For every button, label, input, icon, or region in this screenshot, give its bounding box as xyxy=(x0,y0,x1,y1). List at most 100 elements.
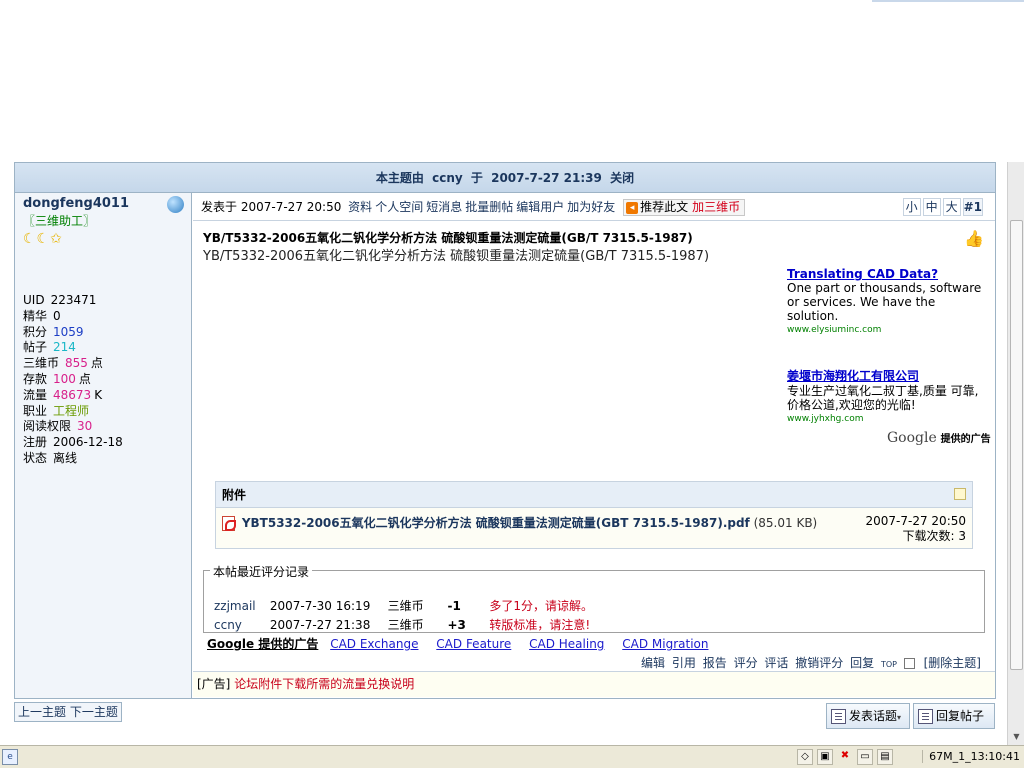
post-body: YB/T5332-2006五氧化二钒化学分析方法 硫酸钡重量法测定硫量(GB/T… xyxy=(203,249,710,264)
font-size-medium[interactable]: 中 xyxy=(922,198,941,216)
close-icon[interactable]: ✖ xyxy=(837,749,853,765)
stat-value: 100 xyxy=(53,371,76,386)
rank-stars-icon: ☾☾✩ xyxy=(23,231,63,247)
font-size-small[interactable]: 小 xyxy=(902,198,921,216)
ad-url[interactable]: www.jyhxhg.com xyxy=(787,414,987,424)
action-undo-rate[interactable]: 撤销评分 xyxy=(795,656,843,670)
post-title: YB/T5332-2006五氧化二钒化学分析方法 硫酸钡重量法测定硫量(GB/T… xyxy=(203,231,693,245)
closed-mid: 于 xyxy=(470,171,483,185)
recommend-label: 推荐此文 xyxy=(640,200,689,214)
stat-label: 职业 xyxy=(23,403,48,418)
post-header-links: 资料 个人空间 短消息 批量删帖 编辑用户 加为好友 xyxy=(345,200,615,214)
rating-value: -1 xyxy=(447,599,461,613)
recommend-button[interactable]: ◂ 推荐此文 加三维币 xyxy=(623,199,746,216)
stat-value: 223471 xyxy=(50,293,97,307)
stat-label: 积分 xyxy=(23,324,48,339)
author-stat-row: 积分 1059 xyxy=(23,325,183,341)
attachment-date: 2007-7-27 20:50 xyxy=(865,514,967,528)
popup-blocker-icon[interactable]: ▣ xyxy=(817,749,833,765)
add-coin-link[interactable]: 加三维币 xyxy=(692,200,740,214)
google-ad-link[interactable]: CAD Exchange xyxy=(330,637,418,651)
action-report[interactable]: 报告 xyxy=(703,656,727,670)
ad-text: 专业生产过氧化二叔丁基,质量 可靠,价格公道,欢迎您的光临! xyxy=(787,384,979,412)
author-name[interactable]: dongfeng4011 xyxy=(23,196,183,211)
action-reply[interactable]: 回复 xyxy=(850,656,874,670)
google-ads-tag[interactable]: Google 提供的广告 xyxy=(887,430,991,446)
author-stat-row: 职业 工程师 xyxy=(23,404,183,420)
post-header-link[interactable]: 资料 xyxy=(348,200,372,214)
rating-user[interactable]: zzjmail xyxy=(214,599,266,613)
ad-block: Translating CAD Data? One part or thousa… xyxy=(787,267,987,335)
post-actions: 编辑 引用 报告 评分 评话 撤销评分 回复 TOP [删除主题] xyxy=(638,654,981,671)
rating-note: 多了1分，请谅解。 xyxy=(489,599,593,613)
floor-number[interactable]: #1 xyxy=(962,198,983,216)
post-header-link[interactable]: 个人空间 xyxy=(375,200,423,214)
status-icons: ◇ ▣ ✖ ▭ ▤ xyxy=(797,749,893,765)
rating-user[interactable]: ccny xyxy=(214,618,266,632)
select-checkbox[interactable] xyxy=(903,658,915,669)
font-size-controls: 小 中 大 #1 xyxy=(902,198,983,216)
stat-value: 离线 xyxy=(53,450,78,465)
ad-title-link[interactable]: Translating CAD Data? xyxy=(787,267,987,281)
stat-unit: 点 xyxy=(90,356,103,371)
security-icon[interactable]: ◇ xyxy=(797,749,813,765)
scroll-down-arrow-icon[interactable]: ▼ xyxy=(1010,730,1023,743)
stat-label: 流量 xyxy=(23,387,48,402)
ad-text: One part or thousands, software or servi… xyxy=(787,281,982,323)
ad-title-link[interactable]: 姜堰市海翔化工有限公司 xyxy=(787,367,987,384)
note-icon[interactable] xyxy=(954,488,966,500)
new-topic-icon xyxy=(831,709,846,724)
reply-button[interactable]: 回复帖子 xyxy=(913,703,995,729)
attachment-downloads: 下载次数: 3 xyxy=(902,529,967,543)
action-edit[interactable]: 编辑 xyxy=(641,656,665,670)
closed-by-user[interactable]: ccny xyxy=(432,171,463,185)
stat-label: UID xyxy=(23,293,45,307)
ad-line-link[interactable]: 论坛附件下载所需的流量兑换说明 xyxy=(234,677,414,691)
scrollbar-thumb[interactable] xyxy=(1010,220,1023,670)
author-stat-row: 三维币 855 点 xyxy=(23,356,183,372)
zone-icon[interactable]: ▤ xyxy=(877,749,893,765)
new-topic-button[interactable]: 发表话题▾ xyxy=(826,703,910,729)
stat-value: 48673 xyxy=(53,387,92,402)
ad-url[interactable]: www.elysiuminc.com xyxy=(787,325,987,335)
vertical-scrollbar[interactable]: ▼ xyxy=(1007,162,1024,745)
attachment-file-link[interactable]: YBT5332-2006五氧化二钒化学分析方法 硫酸钡重量法测定硫量(GBT 7… xyxy=(242,516,750,530)
author-stats: UID 223471 精华 0 积分 1059 帖子 214 三维币 855 点存款 100 点流量 48… xyxy=(23,293,183,467)
google-ad-link[interactable]: CAD Migration xyxy=(622,637,708,651)
action-comment[interactable]: 评话 xyxy=(764,656,788,670)
rating-row: ccny 2007-7-27 21:38 三维币 +3 转版标准，请注意! xyxy=(214,616,590,633)
google-ad-link[interactable]: CAD Healing xyxy=(529,637,604,651)
attachment-box: 附件 YBT5332-2006五氧化二钒化学分析方法 硫酸钡重量法测定硫量(GB… xyxy=(215,481,973,549)
author-stat-row: UID 223471 xyxy=(23,293,183,309)
attachment-label: 附件 xyxy=(222,488,247,502)
reply-icon xyxy=(918,709,933,724)
thumbs-up-icon[interactable]: 👍 xyxy=(964,229,984,248)
post-header-link[interactable]: 加为好友 xyxy=(567,200,615,214)
stat-value: 工程师 xyxy=(53,403,90,418)
delete-topic-link[interactable]: [删除主题] xyxy=(924,656,981,670)
ie-page-icon: e xyxy=(2,749,18,765)
action-quote[interactable]: 引用 xyxy=(672,656,696,670)
next-topic-link[interactable]: 下一主题 xyxy=(70,705,118,719)
closed-suffix: 关闭 xyxy=(610,171,635,185)
online-globe-icon[interactable] xyxy=(167,196,184,213)
closed-prefix: 本主题由 xyxy=(375,171,424,185)
google-ads-heading[interactable]: Google 提供的广告 xyxy=(207,637,318,651)
chevron-down-icon[interactable]: ▾ xyxy=(897,713,901,722)
stat-label: 帖子 xyxy=(23,340,48,355)
browser-status-bar: e ◇ ▣ ✖ ▭ ▤ 67M_1_13:10:41 xyxy=(0,745,1024,768)
prev-topic-link[interactable]: 上一主题 xyxy=(18,705,66,719)
post-header-link[interactable]: 批量删帖 xyxy=(465,200,513,214)
stat-value: 855 xyxy=(65,356,88,371)
google-logo: Google xyxy=(887,430,937,446)
font-size-large[interactable]: 大 xyxy=(942,198,961,216)
window-icon[interactable]: ▭ xyxy=(857,749,873,765)
post-header-link[interactable]: 短消息 xyxy=(426,200,462,214)
action-rate[interactable]: 评分 xyxy=(734,656,758,670)
author-stat-row: 阅读权限 30 xyxy=(23,419,183,435)
post-header-link[interactable]: 编辑用户 xyxy=(516,200,564,214)
reply-label: 回复帖子 xyxy=(936,709,985,723)
google-ad-link[interactable]: CAD Feature xyxy=(436,637,511,651)
stat-label: 注册 xyxy=(23,435,48,450)
back-to-top-icon[interactable]: TOP xyxy=(881,660,897,669)
